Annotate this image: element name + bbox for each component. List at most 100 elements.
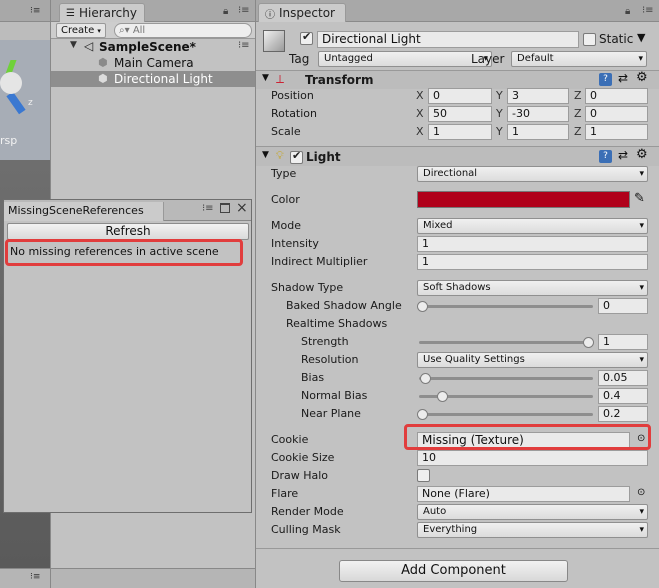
preset-icon[interactable]: ⇄: [618, 71, 628, 85]
draw-halo-label: Draw Halo: [271, 469, 329, 482]
chevron-down-icon: ▾: [639, 507, 644, 517]
light-foldout-icon[interactable]: ▼: [262, 150, 269, 160]
indirect-multiplier-input[interactable]: 1: [417, 254, 648, 270]
axis-x: X: [416, 107, 424, 120]
bias-label: Bias: [301, 371, 325, 384]
close-icon[interactable]: ×: [236, 200, 248, 216]
inspector-tab-label: Inspector: [279, 6, 335, 20]
static-dropdown-icon[interactable]: ▼: [637, 31, 645, 44]
draw-halo-checkbox[interactable]: [417, 469, 430, 482]
gear-icon[interactable]: ⚙: [636, 70, 648, 85]
missing-refs-tab[interactable]: MissingSceneReferences: [4, 202, 164, 221]
scene-menu-icon[interactable]: ⁝≡: [238, 40, 250, 51]
missing-refs-titlebar[interactable]: MissingSceneReferences ⁝≡ ×: [4, 200, 251, 221]
intensity-input[interactable]: 1: [417, 236, 648, 252]
near-plane-input[interactable]: 0.2: [598, 406, 648, 422]
baked-angle-input[interactable]: 0: [598, 298, 648, 314]
tab-hierarchy[interactable]: ☰ Hierarchy: [59, 3, 145, 22]
hierarchy-item-directional-light[interactable]: ⬢ Directional Light: [51, 71, 256, 87]
bias-slider-thumb[interactable]: [420, 373, 431, 384]
baked-angle-slider-thumb[interactable]: [417, 301, 428, 312]
rotation-z-input[interactable]: 0: [585, 106, 648, 122]
scale-x-input[interactable]: 1: [428, 124, 492, 140]
bias-input[interactable]: 0.05: [598, 370, 648, 386]
bias-slider-track[interactable]: [419, 377, 593, 380]
flare-object-field[interactable]: None (Flare): [417, 486, 630, 502]
layer-dropdown[interactable]: Default ▾: [511, 51, 647, 67]
hierarchy-item-main-camera[interactable]: ⬢ Main Camera: [51, 55, 256, 71]
expand-arrow-icon[interactable]: ▼: [70, 40, 77, 50]
near-plane-slider-track[interactable]: [419, 413, 593, 416]
hierarchy-search-input[interactable]: ⌕▾ All: [114, 23, 252, 38]
tab-inspector[interactable]: ⓘ Inspector: [258, 3, 346, 22]
preset-icon[interactable]: ⇄: [618, 148, 628, 162]
position-z-input[interactable]: 0: [585, 88, 648, 104]
position-y-input[interactable]: 3: [507, 88, 569, 104]
strength-input[interactable]: 1: [598, 334, 648, 350]
panel-menu-icon[interactable]: ⁝≡: [202, 203, 214, 214]
scale-label: Scale: [271, 125, 301, 138]
lock-icon[interactable]: 🔒︎: [625, 6, 630, 17]
shadow-type-dropdown[interactable]: Soft Shadows ▾: [417, 280, 648, 296]
strength-slider-track[interactable]: [419, 341, 593, 344]
item-label: Directional Light: [114, 72, 213, 86]
normal-bias-input[interactable]: 0.4: [598, 388, 648, 404]
scene-name: SampleScene*: [99, 40, 196, 54]
refresh-button[interactable]: Refresh: [7, 223, 249, 240]
scene-gizmo[interactable]: z: [0, 46, 40, 116]
transform-foldout-icon[interactable]: ▼: [262, 73, 269, 83]
active-checkbox[interactable]: [300, 30, 313, 45]
rotation-y-input[interactable]: -30: [507, 106, 569, 122]
tag-label: Tag: [289, 52, 310, 66]
panel-menu-icon[interactable]: ⁝≡: [238, 5, 250, 16]
scene-row[interactable]: ▼ ◁ SampleScene* ⁝≡: [51, 39, 256, 55]
maximize-icon[interactable]: [220, 203, 230, 213]
scale-y-input[interactable]: 1: [507, 124, 569, 140]
axis-x: X: [416, 89, 424, 102]
item-label: Main Camera: [114, 56, 194, 70]
cookie-label: Cookie: [271, 433, 309, 446]
eyedropper-icon[interactable]: ✎: [634, 191, 645, 206]
layer-label: Layer: [471, 52, 505, 66]
create-dropdown[interactable]: Create ▾: [56, 23, 106, 38]
perspective-label[interactable]: rsp: [0, 134, 17, 147]
object-picker-icon[interactable]: ⊙: [637, 487, 645, 498]
strength-slider-thumb[interactable]: [583, 337, 594, 348]
render-mode-label: Render Mode: [271, 505, 344, 518]
axis-y: Y: [496, 89, 503, 102]
scene-menu-icon[interactable]: ⁝≡: [30, 6, 40, 16]
object-name-input[interactable]: Directional Light: [317, 31, 579, 48]
tag-dropdown[interactable]: Untagged ▾: [318, 51, 492, 67]
tag-value: Untagged: [324, 53, 373, 64]
help-icon[interactable]: ?: [599, 73, 612, 86]
cookie-size-input[interactable]: 10: [417, 450, 648, 466]
static-checkbox[interactable]: [583, 33, 596, 46]
lock-icon[interactable]: 🔒︎: [223, 6, 228, 17]
culling-mask-dropdown[interactable]: Everything ▾: [417, 522, 648, 538]
mode-label: Mode: [271, 219, 301, 232]
scale-z-input[interactable]: 1: [585, 124, 648, 140]
mode-dropdown[interactable]: Mixed ▾: [417, 218, 648, 234]
chevron-down-icon: ▾: [97, 27, 101, 35]
help-icon[interactable]: ?: [599, 150, 612, 163]
rotation-x-input[interactable]: 50: [428, 106, 492, 122]
normal-bias-slider-thumb[interactable]: [437, 391, 448, 402]
position-x-input[interactable]: 0: [428, 88, 492, 104]
render-mode-dropdown[interactable]: Auto ▾: [417, 504, 648, 520]
axis-y: Y: [496, 107, 503, 120]
baked-angle-slider-track[interactable]: [419, 305, 593, 308]
gear-icon[interactable]: ⚙: [636, 147, 648, 162]
chevron-down-icon: ▾: [639, 283, 644, 293]
resolution-dropdown[interactable]: Use Quality Settings ▾: [417, 352, 648, 368]
transform-icon: ⟂: [276, 72, 285, 86]
light-enabled-checkbox[interactable]: [290, 149, 303, 164]
type-dropdown[interactable]: Directional ▾: [417, 166, 648, 182]
add-component-button[interactable]: Add Component: [339, 560, 568, 582]
bottom-panel-menu-icon[interactable]: ⁝≡: [30, 572, 40, 582]
culling-mask-label: Culling Mask: [271, 523, 341, 536]
panel-menu-icon[interactable]: ⁝≡: [642, 5, 654, 16]
search-placeholder: All: [132, 25, 146, 36]
near-plane-slider-thumb[interactable]: [417, 409, 428, 420]
color-swatch[interactable]: [417, 191, 630, 208]
type-label: Type: [271, 167, 297, 180]
